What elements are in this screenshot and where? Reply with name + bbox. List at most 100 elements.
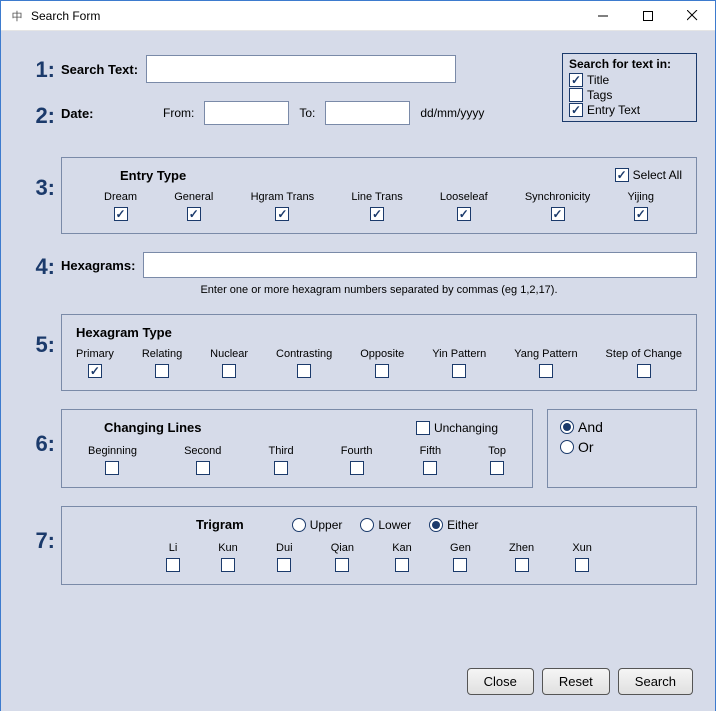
- date-from-label: From:: [163, 106, 194, 120]
- checkbox-hextype-step-of-change[interactable]: [637, 364, 651, 378]
- entry-type-label-2: Hgram Trans: [251, 191, 315, 203]
- close-button[interactable]: Close: [467, 668, 534, 695]
- radio-or[interactable]: [560, 440, 574, 454]
- checkbox-tags-label: Tags: [587, 88, 612, 102]
- checkbox-entry-general[interactable]: [187, 207, 201, 221]
- checkbox-line-fourth[interactable]: [350, 461, 364, 475]
- entry-type-label-6: Yijing: [627, 191, 654, 203]
- hextype-label-0: Primary: [76, 348, 114, 360]
- trigram-label-6: Zhen: [509, 542, 534, 554]
- hexagram-type-group: Hexagram Type Primary Relating Nuclear C…: [61, 314, 697, 391]
- hextype-label-1: Relating: [142, 348, 182, 360]
- checkbox-select-all[interactable]: [615, 168, 629, 182]
- trigram-label-4: Kan: [392, 542, 412, 554]
- checkbox-title[interactable]: [569, 73, 583, 87]
- checkbox-hextype-nuclear[interactable]: [222, 364, 236, 378]
- radio-and-label: And: [578, 419, 603, 435]
- trigram-label-7: Xun: [572, 542, 592, 554]
- line-label-2: Third: [269, 445, 294, 457]
- checkbox-hextype-contrasting[interactable]: [297, 364, 311, 378]
- entry-type-label-5: Synchronicity: [525, 191, 590, 203]
- maximize-button[interactable]: [625, 1, 670, 30]
- checkbox-hextype-yin-pattern[interactable]: [452, 364, 466, 378]
- checkbox-unchanging[interactable]: [416, 421, 430, 435]
- trigram-label-5: Gen: [450, 542, 471, 554]
- trigram-label-1: Kun: [218, 542, 238, 554]
- checkbox-line-second[interactable]: [196, 461, 210, 475]
- checkbox-entry-synchronicity[interactable]: [551, 207, 565, 221]
- checkbox-line-fifth[interactable]: [423, 461, 437, 475]
- row-number-6: 6:: [19, 409, 61, 457]
- entry-type-label-4: Looseleaf: [440, 191, 488, 203]
- line-label-3: Fourth: [341, 445, 373, 457]
- changing-lines-title: Changing Lines: [104, 420, 202, 435]
- hextype-label-4: Opposite: [360, 348, 404, 360]
- form-content: 1: Search Text: Search for text in: Titl…: [1, 31, 715, 711]
- trigram-title: Trigram: [196, 517, 244, 532]
- checkbox-hextype-relating[interactable]: [155, 364, 169, 378]
- line-label-5: Top: [488, 445, 506, 457]
- checkbox-trigram-kan[interactable]: [395, 558, 409, 572]
- checkbox-line-beginning[interactable]: [105, 461, 119, 475]
- date-to-input[interactable]: [325, 101, 410, 125]
- search-text-input[interactable]: [146, 55, 456, 83]
- reset-button[interactable]: Reset: [542, 668, 610, 695]
- checkbox-tags[interactable]: [569, 88, 583, 102]
- row-number-2: 2:: [19, 101, 61, 129]
- minimize-button[interactable]: [580, 1, 625, 30]
- hexagram-type-title: Hexagram Type: [76, 325, 682, 340]
- app-icon: 中: [9, 8, 25, 24]
- entry-type-label-3: Line Trans: [351, 191, 402, 203]
- hexagrams-input[interactable]: [143, 252, 697, 278]
- checkbox-trigram-kun[interactable]: [221, 558, 235, 572]
- row-number-4: 4:: [19, 252, 61, 280]
- row-number-3: 3:: [19, 157, 61, 201]
- checkbox-line-third[interactable]: [274, 461, 288, 475]
- close-window-button[interactable]: [670, 1, 715, 30]
- titlebar: 中 Search Form: [1, 1, 715, 31]
- checkbox-entry-hgram-trans[interactable]: [275, 207, 289, 221]
- search-in-header: Search for text in:: [569, 57, 690, 71]
- checkbox-trigram-zhen[interactable]: [515, 558, 529, 572]
- trigram-label-2: Dui: [276, 542, 293, 554]
- checkbox-entry-yijing[interactable]: [634, 207, 648, 221]
- hextype-label-5: Yin Pattern: [432, 348, 486, 360]
- checkbox-trigram-gen[interactable]: [453, 558, 467, 572]
- checkbox-trigram-dui[interactable]: [277, 558, 291, 572]
- hextype-label-6: Yang Pattern: [514, 348, 577, 360]
- line-label-4: Fifth: [420, 445, 441, 457]
- date-label: Date:: [61, 106, 153, 121]
- radio-lower-label: Lower: [378, 518, 411, 532]
- radio-either[interactable]: [429, 518, 443, 532]
- checkbox-line-top[interactable]: [490, 461, 504, 475]
- search-text-label: Search Text:: [61, 62, 138, 77]
- window-title: Search Form: [31, 9, 580, 23]
- hextype-label-3: Contrasting: [276, 348, 332, 360]
- checkbox-entry-looseleaf[interactable]: [457, 207, 471, 221]
- checkbox-trigram-li[interactable]: [166, 558, 180, 572]
- checkbox-hextype-primary[interactable]: [88, 364, 102, 378]
- radio-upper-label: Upper: [310, 518, 343, 532]
- hexagrams-label: Hexagrams:: [61, 258, 135, 273]
- trigram-label-0: Li: [169, 542, 178, 554]
- checkbox-trigram-xun[interactable]: [575, 558, 589, 572]
- checkbox-entry-dream[interactable]: [114, 207, 128, 221]
- radio-lower[interactable]: [360, 518, 374, 532]
- checkbox-title-label: Title: [587, 73, 609, 87]
- hextype-label-7: Step of Change: [606, 348, 682, 360]
- radio-and[interactable]: [560, 420, 574, 434]
- search-button[interactable]: Search: [618, 668, 693, 695]
- select-all-label: Select All: [633, 168, 682, 182]
- row-number-1: 1:: [19, 55, 61, 83]
- checkbox-entry-line-trans[interactable]: [370, 207, 384, 221]
- hextype-label-2: Nuclear: [210, 348, 248, 360]
- row-number-7: 7:: [19, 506, 61, 554]
- logic-group: And Or: [547, 409, 697, 488]
- date-format-hint: dd/mm/yyyy: [420, 106, 484, 120]
- checkbox-hextype-opposite[interactable]: [375, 364, 389, 378]
- checkbox-trigram-qian[interactable]: [335, 558, 349, 572]
- checkbox-hextype-yang-pattern[interactable]: [539, 364, 553, 378]
- date-from-input[interactable]: [204, 101, 289, 125]
- radio-upper[interactable]: [292, 518, 306, 532]
- trigram-label-3: Qian: [331, 542, 354, 554]
